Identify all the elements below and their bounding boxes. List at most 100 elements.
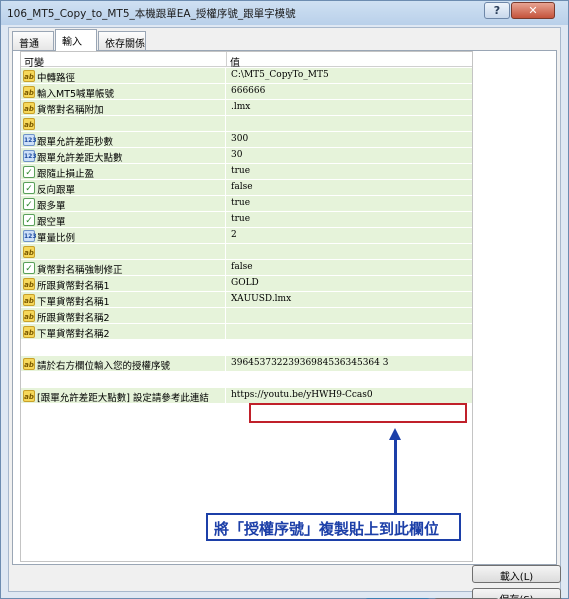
value-cell[interactable]: 39645373223936984536345364 3 xyxy=(227,356,472,372)
variable-cell[interactable]: ab 請於右方欄位輸入您的授權序號 xyxy=(21,356,226,372)
value-cell[interactable]: .lmx xyxy=(227,100,472,116)
integer-type-icon: 123 xyxy=(23,134,37,146)
string-type-icon: ab xyxy=(23,294,35,306)
variable-cell[interactable] xyxy=(21,372,226,388)
value-text[interactable]: 39645373223936984536345364 3 xyxy=(231,358,388,368)
variable-cell[interactable]: ab xyxy=(21,244,226,260)
grid-empty-area xyxy=(21,455,472,561)
table-row[interactable]: ab 所跟貨幣對名稱2 xyxy=(21,308,472,324)
tab-inputs[interactable]: 輸入 xyxy=(55,29,97,51)
table-row[interactable]: 123 跟單允許差距大點數 30 xyxy=(21,148,472,164)
help-button[interactable]: ? xyxy=(484,2,510,19)
value-cell[interactable] xyxy=(227,116,472,132)
value-cell[interactable]: true xyxy=(227,164,472,180)
value-cell[interactable] xyxy=(227,372,472,388)
value-cell[interactable]: true xyxy=(227,212,472,228)
table-row[interactable]: ✓ 跟多單 true xyxy=(21,196,472,212)
table-row[interactable]: ✓ 跟空單 true xyxy=(21,212,472,228)
load-button[interactable]: 載入(L) xyxy=(472,565,561,583)
variable-label: 貨幣對名稱強制修正 xyxy=(37,265,123,276)
variable-cell[interactable]: ✓ 貨幣對名稱強制修正 xyxy=(21,260,226,276)
variable-label: 請於右方欄位輸入您的授權序號 xyxy=(37,361,171,372)
title-bar[interactable]: 106_MT5_Copy_to_MT5_本機跟單EA_授權序號_跟單字模號 ? … xyxy=(1,1,568,25)
variable-cell[interactable]: ✓ 跟空單 xyxy=(21,212,226,228)
value-cell[interactable]: 666666 xyxy=(227,84,472,100)
string-type-icon: ab xyxy=(23,86,35,98)
variable-cell[interactable]: ab 中轉路徑 xyxy=(21,68,226,84)
table-row[interactable]: ab 輸入MT5喊單帳號 666666 xyxy=(21,84,472,100)
value-text[interactable]: false xyxy=(231,182,253,192)
value-text[interactable]: https://youtu.be/yHWH9-Ccas0 xyxy=(231,390,373,400)
variable-cell[interactable]: ab 所跟貨幣對名稱2 xyxy=(21,308,226,324)
variable-cell[interactable]: ✓ 跟多單 xyxy=(21,196,226,212)
variable-cell[interactable]: 123 單量比例 xyxy=(21,228,226,244)
variable-cell[interactable]: 123 跟單允許差距大點數 xyxy=(21,148,226,164)
value-text[interactable]: 30 xyxy=(231,150,242,160)
table-row[interactable]: ab xyxy=(21,244,472,260)
table-row[interactable]: ✓ 跟隨止損止盈 true xyxy=(21,164,472,180)
table-row[interactable]: ab 下單貨幣對名稱2 xyxy=(21,324,472,340)
tab-dependencies[interactable]: 依存關係 xyxy=(98,31,146,50)
table-row[interactable]: ab 貨幣對名稱附加 .lmx xyxy=(21,100,472,116)
table-row[interactable] xyxy=(21,340,472,356)
table-row[interactable]: ab xyxy=(21,116,472,132)
variable-cell[interactable] xyxy=(21,340,226,356)
boolean-type-icon: ✓ xyxy=(23,182,35,194)
variable-cell[interactable]: ab 貨幣對名稱附加 xyxy=(21,100,226,116)
value-cell[interactable]: 2 xyxy=(227,228,472,244)
column-separator[interactable] xyxy=(226,52,227,67)
variable-cell[interactable]: ✓ 反向跟單 xyxy=(21,180,226,196)
column-header-variable[interactable]: 可變 xyxy=(24,54,44,69)
variable-cell[interactable]: ab xyxy=(21,116,226,132)
table-row[interactable]: ab 所跟貨幣對名稱1 GOLD xyxy=(21,276,472,292)
table-row[interactable]: ab 中轉路徑 C:\MT5_CopyTo_MT5 xyxy=(21,68,472,84)
variable-label: 跟多單 xyxy=(37,201,66,212)
value-text[interactable]: false xyxy=(231,262,253,272)
value-cell[interactable]: C:\MT5_CopyTo_MT5 xyxy=(227,68,472,84)
value-cell[interactable]: 300 xyxy=(227,132,472,148)
value-text[interactable]: C:\MT5_CopyTo_MT5 xyxy=(231,70,329,80)
value-cell[interactable]: GOLD xyxy=(227,276,472,292)
value-text[interactable]: 300 xyxy=(231,134,248,144)
value-cell[interactable] xyxy=(227,308,472,324)
variable-cell[interactable]: 123 跟單允許差距秒數 xyxy=(21,132,226,148)
value-text[interactable]: true xyxy=(231,166,250,176)
value-cell[interactable] xyxy=(227,324,472,340)
variable-cell[interactable]: ✓ 跟隨止損止盈 xyxy=(21,164,226,180)
string-type-icon: ab xyxy=(23,278,35,290)
value-text[interactable]: true xyxy=(231,214,250,224)
column-header-value[interactable]: 值 xyxy=(230,54,240,69)
variable-cell[interactable]: ab 下單貨幣對名稱1 xyxy=(21,292,226,308)
value-cell[interactable]: https://youtu.be/yHWH9-Ccas0 xyxy=(227,388,472,404)
value-text[interactable]: 2 xyxy=(231,230,237,240)
table-row[interactable]: ✓ 反向跟單 false xyxy=(21,180,472,196)
variable-cell[interactable]: ab 輸入MT5喊單帳號 xyxy=(21,84,226,100)
value-cell[interactable]: false xyxy=(227,260,472,276)
value-text[interactable]: true xyxy=(231,198,250,208)
value-cell[interactable]: 30 xyxy=(227,148,472,164)
table-row[interactable]: ab 請於右方欄位輸入您的授權序號 396453732239369845363453… xyxy=(21,356,472,372)
value-cell[interactable]: XAUUSD.lmx xyxy=(227,292,472,308)
table-row[interactable]: 123 跟單允許差距秒數 300 xyxy=(21,132,472,148)
value-cell[interactable]: true xyxy=(227,196,472,212)
value-cell[interactable]: false xyxy=(227,180,472,196)
value-text[interactable]: XAUUSD.lmx xyxy=(231,294,291,304)
variable-cell[interactable]: ab 所跟貨幣對名稱1 xyxy=(21,276,226,292)
tab-common[interactable]: 普通 xyxy=(12,31,54,50)
license-field-highlight xyxy=(249,403,467,423)
table-row[interactable]: ab [跟單允許差距大點數] 設定請參考此連結 https://youtu.be/y… xyxy=(21,388,472,404)
variable-label: 所跟貨幣對名稱2 xyxy=(37,313,110,324)
variable-cell[interactable]: ab [跟單允許差距大點數] 設定請參考此連結 xyxy=(21,388,226,404)
close-button[interactable]: ✕ xyxy=(511,2,555,19)
value-cell[interactable] xyxy=(227,244,472,260)
value-text[interactable]: GOLD xyxy=(231,278,259,288)
variable-cell[interactable]: ab 下單貨幣對名稱2 xyxy=(21,324,226,340)
value-text[interactable]: 666666 xyxy=(231,86,265,96)
table-row[interactable]: ✓ 貨幣對名稱強制修正 false xyxy=(21,260,472,276)
value-cell[interactable] xyxy=(227,340,472,356)
table-row[interactable]: ab 下單貨幣對名稱1 XAUUSD.lmx xyxy=(21,292,472,308)
help-icon: ? xyxy=(493,4,501,17)
value-text[interactable]: .lmx xyxy=(231,102,250,112)
table-row[interactable]: 123 單量比例 2 xyxy=(21,228,472,244)
table-row[interactable] xyxy=(21,372,472,388)
